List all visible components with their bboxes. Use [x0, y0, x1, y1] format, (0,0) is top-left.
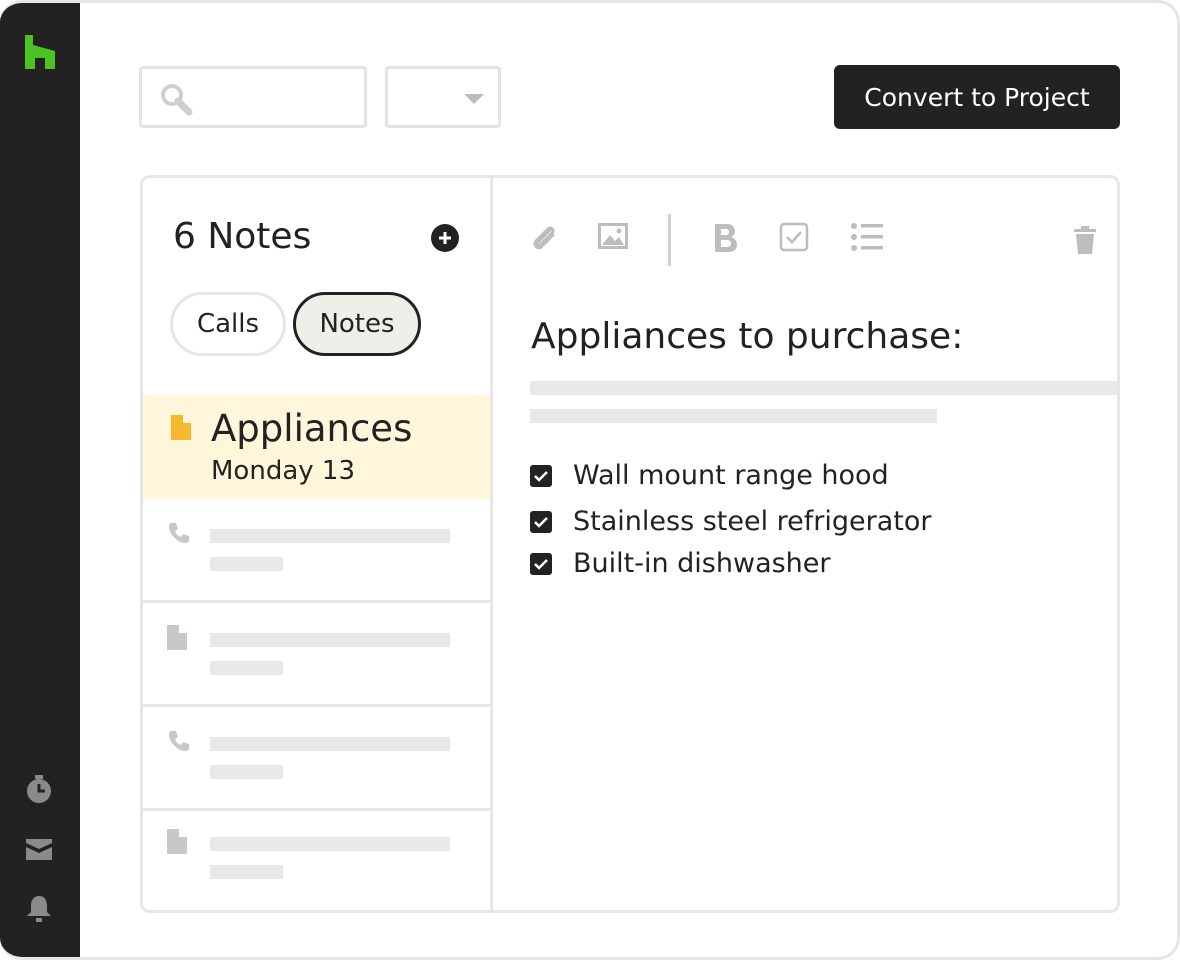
notes-count-title: 6 Notes [173, 216, 312, 257]
placeholder-line [210, 633, 450, 647]
chevron-down-icon [464, 94, 484, 104]
plus-icon [439, 232, 451, 244]
toolbar-separator [668, 214, 671, 266]
placeholder-line [210, 837, 450, 851]
document-icon [171, 415, 191, 440]
checkbox-checked[interactable] [530, 510, 552, 533]
stopwatch-icon[interactable] [24, 774, 54, 804]
note-item-active[interactable]: Appliances Monday 13 [143, 395, 490, 499]
checkbox-checked[interactable] [530, 464, 552, 487]
inbox-icon[interactable] [24, 835, 54, 865]
note-item[interactable] [143, 603, 490, 707]
houzz-logo-icon[interactable] [24, 35, 56, 69]
checkmark-icon [534, 470, 548, 482]
placeholder-line [210, 765, 283, 779]
placeholder-line [210, 865, 283, 879]
attachment-icon[interactable] [528, 222, 560, 254]
search-icon [161, 84, 193, 116]
side-rail [0, 3, 80, 957]
bell-icon[interactable] [24, 893, 54, 923]
trash-icon[interactable] [1074, 226, 1096, 254]
placeholder-line [210, 529, 450, 543]
image-icon[interactable] [598, 222, 628, 250]
checkmark-icon [534, 516, 548, 528]
bullet-list-icon[interactable] [850, 222, 884, 252]
note-date: Monday 13 [211, 456, 355, 486]
checklist-label: Built-in dishwasher [573, 548, 831, 579]
checklist-label: Stainless steel refrigerator [573, 506, 932, 537]
checklist-item[interactable]: Stainless steel refrigerator [530, 506, 932, 537]
document-icon [167, 625, 187, 650]
panel-divider [490, 178, 493, 910]
checkbox-checked[interactable] [530, 552, 552, 575]
phone-icon [169, 731, 189, 751]
tab-notes[interactable]: Notes [293, 292, 421, 356]
placeholder-line [210, 661, 283, 675]
document-icon [167, 829, 187, 854]
convert-to-project-button[interactable]: Convert to Project [834, 65, 1120, 129]
placeholder-line [530, 381, 1117, 395]
search-input[interactable] [139, 66, 367, 128]
note-item[interactable] [143, 707, 490, 811]
placeholder-line [530, 409, 937, 423]
checkbox-icon[interactable] [779, 222, 809, 252]
checkmark-icon [534, 558, 548, 570]
filter-dropdown[interactable] [385, 66, 501, 128]
note-item[interactable] [143, 499, 490, 603]
placeholder-line [210, 557, 283, 571]
add-note-button[interactable] [431, 224, 459, 252]
bold-icon[interactable] [712, 222, 740, 254]
checklist-item[interactable]: Built-in dishwasher [530, 548, 831, 579]
checklist-label: Wall mount range hood [573, 460, 889, 491]
note-item[interactable] [143, 807, 490, 910]
checklist-item[interactable]: Wall mount range hood [530, 460, 889, 491]
notes-panel: 6 Notes Calls Notes Appliances Monday 13 [140, 175, 1120, 913]
note-heading[interactable]: Appliances to purchase: [531, 316, 963, 357]
tab-calls[interactable]: Calls [170, 292, 286, 356]
placeholder-line [210, 737, 450, 751]
app-window: Convert to Project 6 Notes Calls Notes A… [0, 0, 1180, 960]
note-title: Appliances [211, 407, 413, 450]
phone-icon [169, 523, 189, 543]
